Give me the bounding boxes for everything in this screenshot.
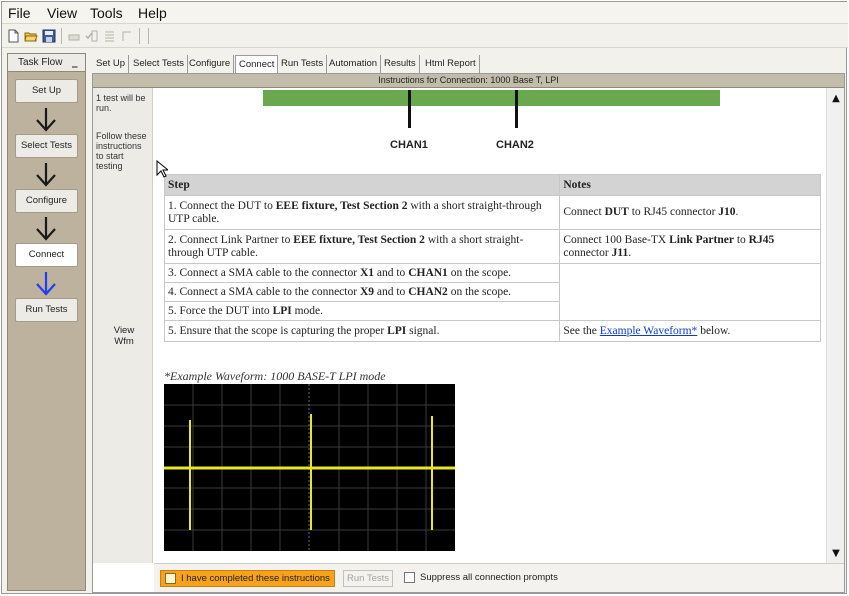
table-row: 2. Connect Link Partner to EEE fixture, … (163, 229, 821, 264)
example-waveform-image (164, 384, 455, 551)
notes-column-header: Notes (559, 174, 821, 196)
note-line: Follow these (96, 131, 147, 141)
instructions-completed-checkbox[interactable]: I have completed these instructions (160, 570, 335, 587)
note-line: run. (96, 103, 112, 113)
suppress-prompts-checkbox[interactable] (404, 572, 415, 583)
open-folder-icon[interactable] (24, 29, 38, 43)
table-header-row: Step Notes (163, 174, 821, 196)
toolbar-separator (139, 28, 140, 44)
panel-title: Instructions for Connection: 1000 Base T… (93, 74, 844, 88)
down-arrow-icon (36, 163, 56, 187)
run-tests-button[interactable]: Run Tests (343, 570, 393, 587)
tab-run-tests[interactable]: Run Tests (278, 55, 328, 73)
menu-view[interactable]: View (47, 5, 77, 21)
example-waveform-link[interactable]: Example Waveform* (600, 325, 698, 337)
instructions-completed-label: I have completed these instructions (181, 573, 330, 584)
step-icon[interactable] (120, 29, 134, 43)
table-row: 3. Connect a SMA cable to the connector … (163, 263, 821, 321)
note-cell: Connect DUT to RJ45 connector J10. (559, 195, 821, 230)
step-cell: 5. Force the DUT into LPI mode. (163, 301, 561, 321)
tab-results[interactable]: Results (381, 55, 420, 73)
step-column-header: Step (163, 174, 561, 196)
checkbox-box[interactable] (165, 573, 176, 584)
menu-file[interactable]: File (8, 5, 31, 21)
mouse-cursor-icon (156, 160, 168, 178)
minimize-panel-button[interactable]: _ (72, 55, 78, 68)
down-arrow-icon (36, 217, 56, 241)
note-cell: See the Example Waveform* below. (559, 320, 821, 342)
scroll-up-arrow-icon[interactable]: ▲ (830, 93, 842, 105)
task-flow-header: Task Flow _ (8, 54, 85, 72)
chan1-label: CHAN1 (390, 139, 428, 151)
connection-steps-table: Step Notes 1. Connect the DUT to EEE fix… (163, 174, 821, 342)
menu-bar: File View Tools Help (2, 2, 848, 24)
note-line: instructions (96, 141, 142, 151)
tab-configure[interactable]: Configure (186, 55, 235, 73)
tab-automation[interactable]: Automation (326, 55, 382, 73)
note-line: 1 test will be (96, 93, 146, 103)
new-file-icon[interactable] (6, 29, 20, 43)
view-wfm-line: View (113, 325, 135, 336)
step-cell: 5. Ensure that the scope is capturing th… (163, 320, 561, 342)
step-cell: 4. Connect a SMA cable to the connector … (163, 282, 561, 302)
taskflow-step-run-tests[interactable]: Run Tests (15, 298, 78, 322)
toolbar-separator (61, 28, 62, 44)
menu-help[interactable]: Help (138, 5, 167, 21)
taskflow-step-select-tests[interactable]: Select Tests (15, 134, 78, 158)
chan1-probe-line (408, 90, 411, 128)
note-line: to start (96, 151, 124, 161)
active-down-arrow-icon (36, 272, 56, 296)
vertical-scrollbar[interactable]: ▲ ▼ (826, 88, 844, 563)
list-icon[interactable] (102, 29, 116, 43)
taskflow-step-setup[interactable]: Set Up (15, 79, 78, 103)
tab-set-up[interactable]: Set Up (93, 55, 130, 73)
fixture-board-graphic (263, 90, 720, 106)
toolbar-separator (148, 28, 149, 44)
view-waveform-button[interactable]: View Wfm (105, 324, 143, 352)
view-wfm-line: Wfm (114, 336, 134, 347)
chan2-label: CHAN2 (496, 139, 534, 151)
menu-tools[interactable]: Tools (90, 5, 123, 21)
task-flow-title: Task Flow (18, 57, 63, 68)
save-icon[interactable] (42, 29, 56, 43)
suppress-prompts-label: Suppress all connection prompts (420, 572, 558, 583)
down-arrow-icon (36, 108, 56, 132)
waveform-caption: *Example Waveform: 1000 BASE-T LPI mode (164, 369, 386, 383)
action-bar: I have completed these instructions Run … (154, 563, 844, 592)
instructions-content: CHAN1 CHAN2 Step Notes 1. Connect the DU… (154, 88, 826, 563)
tab-select-tests[interactable]: Select Tests (130, 55, 189, 73)
note-cell: Connect 100 Base-TX Link Partner to RJ45… (559, 229, 821, 264)
task-flow-panel: Task Flow _ Set Up Select Tests Configur… (7, 53, 86, 591)
step-cell: 1. Connect the DUT to EEE fixture, Test … (163, 195, 561, 230)
chan2-probe-line (515, 90, 518, 128)
tab-html-report[interactable]: Html Report (422, 55, 480, 73)
step-cell: 2. Connect Link Partner to EEE fixture, … (163, 229, 561, 264)
scroll-down-arrow-icon[interactable]: ▼ (830, 548, 842, 560)
tab-connect[interactable]: Connect (235, 55, 279, 73)
taskflow-step-connect[interactable]: Connect (15, 243, 78, 267)
disabled-tool-icon[interactable] (67, 29, 81, 43)
step-cell: 3. Connect a SMA cable to the connector … (163, 263, 561, 283)
tests-count-note: 1 test will be run. (96, 93, 146, 113)
follow-instructions-note: Follow these instructions to start testi… (96, 131, 147, 171)
app-window: File View Tools Help Task Flow _ Set Up … (1, 1, 848, 594)
connection-instructions-panel: Instructions for Connection: 1000 Base T… (92, 73, 845, 593)
checklist-icon[interactable] (84, 29, 98, 43)
table-row: 5. Ensure that the scope is capturing th… (163, 320, 821, 342)
instructions-sidebar: 1 test will be run. Follow these instruc… (93, 88, 153, 563)
note-cell-empty (559, 263, 821, 321)
toolbar (2, 24, 848, 48)
note-line: testing (96, 161, 123, 171)
taskflow-step-configure[interactable]: Configure (15, 189, 78, 213)
table-row: 1. Connect the DUT to EEE fixture, Test … (163, 195, 821, 230)
